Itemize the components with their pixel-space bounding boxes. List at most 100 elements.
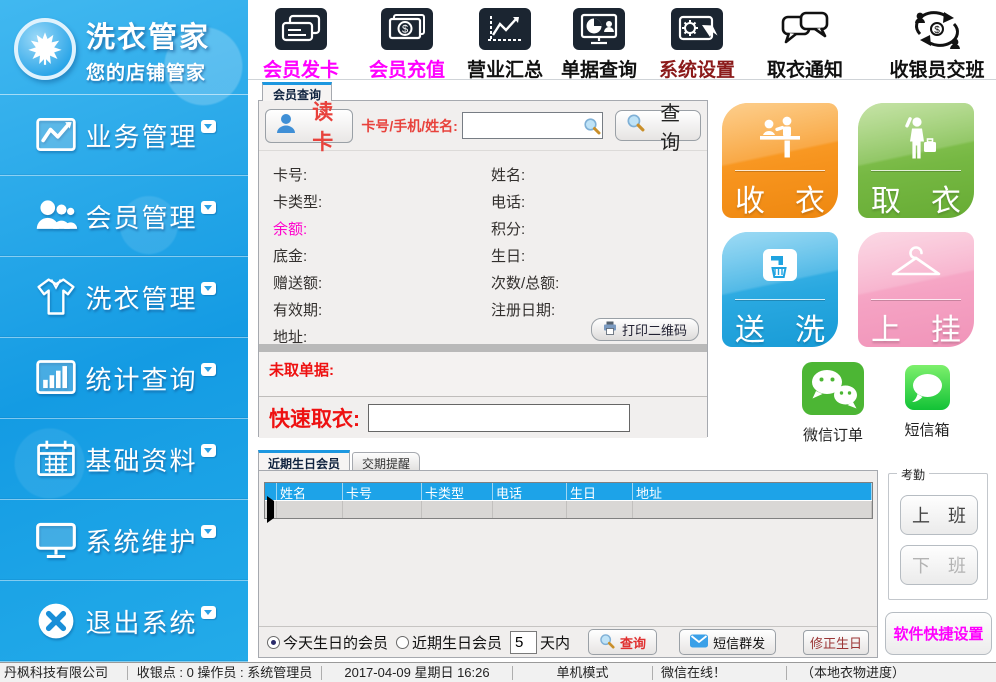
sidebar-item-exit[interactable]: 退出系统 (0, 581, 248, 662)
sidebar-item-maintenance[interactable]: 系统维护 (0, 500, 248, 581)
toolbar-button-receipt-query[interactable]: 单据查询 (555, 0, 643, 82)
line-chart-icon (32, 111, 80, 159)
sidebar-item-label: 统计查询 (85, 360, 197, 397)
row-selector (265, 501, 277, 518)
logo-text: 洗衣管家 您的店铺管家 (86, 14, 210, 85)
members-icon (32, 192, 80, 240)
attendance-title: 考勤 (897, 466, 929, 483)
clock-out-button[interactable]: 下 班 (900, 545, 978, 585)
col-card-no: 卡号 (343, 483, 422, 500)
member-search-input[interactable] (463, 113, 602, 138)
toolbar-button-pickup-notice[interactable]: 取衣通知 (761, 0, 849, 82)
print-qr-button[interactable]: 打印二维码 (591, 318, 699, 341)
wechat-orders-shortcut[interactable]: 微信订单 (788, 362, 878, 445)
status-bar: 丹枫科技有限公司 收银点 : 0 操作员 : 系统管理员 2017-04-09 … (0, 662, 996, 682)
chevron-down-icon (201, 363, 216, 376)
birthday-table[interactable]: 姓名 卡号 卡类型 电话 生日 地址 (264, 482, 873, 519)
sidebar-item-statistics[interactable]: 统计查询 (0, 338, 248, 419)
cashier-shift-icon: $ (912, 6, 962, 52)
tile-label: 上 挂 (858, 305, 974, 347)
exit-icon (32, 597, 80, 645)
radio-today-birthday[interactable] (267, 636, 280, 649)
status-datetime: 2017-04-09 星期日 16:26 (322, 666, 513, 680)
radio-recent-label: 近期生日会员 (412, 632, 502, 653)
recharge-icon: $ (381, 6, 433, 52)
field-points: 积分: (491, 218, 707, 239)
receive-clothes-icon (722, 115, 838, 161)
field-birthday: 生日: (491, 245, 707, 266)
search-label: 卡号/手机/姓名: (361, 116, 457, 136)
toolbar-button-issue-card[interactable]: 会员发卡 (257, 0, 345, 82)
col-birthday: 生日 (567, 483, 633, 500)
birthday-query-button[interactable]: 查询 (588, 629, 657, 655)
row-marker-icon (267, 496, 274, 523)
sms-box-shortcut[interactable]: 短信箱 (896, 365, 958, 440)
chevron-down-icon (201, 444, 216, 457)
sidebar-item-label: 会员管理 (85, 198, 197, 235)
radio-recent-birthday[interactable] (396, 636, 409, 649)
toolbar-button-business-summary[interactable]: 营业汇总 (461, 0, 549, 82)
sms-icon (905, 365, 950, 415)
birthday-tabs: 近期生日会员 交期提醒 (258, 450, 878, 470)
tile-hang-up[interactable]: 上 挂 (858, 232, 974, 347)
system-settings-icon (671, 6, 723, 52)
field-balance: 余额: (273, 218, 491, 239)
toolbar-button-system-settings[interactable]: 系统设置 (653, 0, 741, 82)
birthday-query-label: 查询 (620, 633, 646, 652)
chevron-down-icon (201, 606, 216, 619)
tile-pickup-clothes[interactable]: 取 衣 (858, 103, 974, 218)
unpicked-receipts-section: 未取单据: (259, 352, 707, 396)
quick-pickup-input[interactable] (368, 404, 630, 432)
sms-broadcast-button[interactable]: 短信群发 (679, 629, 776, 655)
col-card-type: 卡类型 (422, 483, 493, 500)
toolbar-button-recharge[interactable]: $ 会员充值 (363, 0, 451, 82)
member-query-panel: 会员查询 读卡 卡号/手机/姓名: 查询 (258, 82, 708, 437)
maple-leaf-icon (14, 18, 76, 80)
toolbar-label: 营业汇总 (467, 55, 543, 82)
search-icon (599, 633, 615, 652)
top-toolbar: 会员发卡 $ 会员充值 营业汇总 单据查询 系统设置 (248, 0, 996, 80)
table-header: 姓名 卡号 卡类型 电话 生日 地址 (265, 483, 872, 500)
member-query-button[interactable]: 查询 (615, 110, 701, 141)
tile-receive-clothes[interactable]: 收 衣 (722, 103, 838, 218)
field-phone: 电话: (491, 191, 707, 212)
sidebar-item-basic-data[interactable]: 基础资料 (0, 419, 248, 500)
chevron-down-icon (201, 120, 216, 133)
unpicked-receipts-label: 未取单据: (269, 362, 334, 379)
toolbar-label: 取衣通知 (767, 55, 843, 82)
table-row[interactable] (265, 500, 872, 518)
tab-due-reminder[interactable]: 交期提醒 (352, 452, 420, 470)
field-validity: 有效期: (273, 299, 491, 320)
read-card-button[interactable]: 读卡 (265, 109, 353, 143)
fix-birthday-button[interactable]: 修正生日 (803, 630, 869, 655)
clock-in-button[interactable]: 上 班 (900, 495, 978, 535)
app-logo: 洗衣管家 您的店铺管家 (0, 0, 248, 95)
sidebar-item-business[interactable]: 业务管理 (0, 95, 248, 176)
status-wechat-online: 微信在线！ (653, 666, 787, 680)
chevron-down-icon (201, 201, 216, 214)
tab-member-query[interactable]: 会员查询 (262, 82, 332, 101)
quick-pickup-section: 快速取衣: (259, 396, 707, 438)
quick-pickup-label: 快速取衣: (269, 403, 360, 433)
toolbar-label: 单据查询 (561, 55, 637, 82)
tab-recent-birthdays[interactable]: 近期生日会员 (258, 450, 350, 470)
shirt-icon (32, 273, 80, 321)
envelope-icon (690, 633, 708, 651)
col-address: 地址 (633, 483, 872, 500)
days-input[interactable] (510, 631, 537, 654)
tile-send-wash[interactable]: 送 洗 (722, 232, 838, 347)
member-card-icon (275, 6, 327, 52)
sidebar-item-laundry[interactable]: 洗衣管理 (0, 257, 248, 338)
print-qr-label: 打印二维码 (622, 320, 687, 339)
read-card-label: 读卡 (302, 96, 343, 156)
quick-settings-button[interactable]: 软件快捷设置 (885, 612, 992, 655)
sidebar-item-members[interactable]: 会员管理 (0, 176, 248, 257)
birthday-controls: 今天生日的会员 近期生日会员 天内 查询 短信群发 修正生日 (259, 626, 877, 657)
person-icon (275, 112, 297, 140)
search-icon[interactable] (583, 117, 601, 140)
svg-text:$: $ (402, 24, 408, 36)
toolbar-button-cashier-shift[interactable]: $ 收银员交班 (889, 0, 985, 82)
chevron-down-icon (201, 525, 216, 538)
printer-icon (603, 321, 617, 338)
hanger-icon (858, 244, 974, 288)
